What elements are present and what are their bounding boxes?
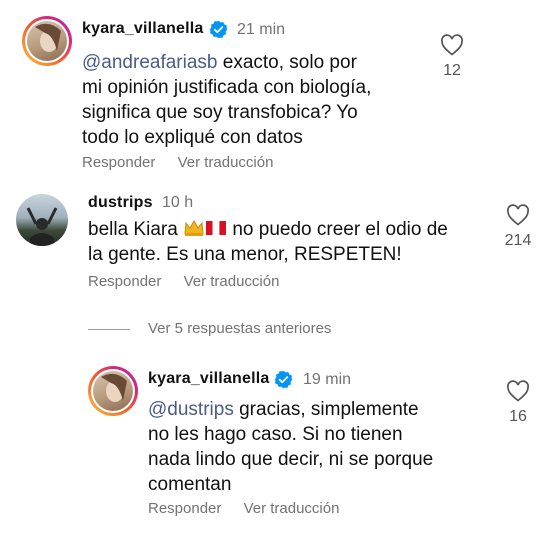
reply-button[interactable]: Responder	[88, 273, 161, 290]
heart-outline-icon[interactable]	[440, 34, 464, 56]
reply-button[interactable]: Responder	[82, 154, 155, 171]
timestamp: 10 h	[162, 194, 194, 211]
comment-2: dustrips 10 h bella Kiara no puedo creer…	[0, 180, 550, 310]
crown-emoji	[184, 219, 204, 236]
comment-actions: Responder Ver traducción	[148, 500, 357, 517]
timestamp: 19 min	[303, 371, 352, 388]
like-count: 214	[504, 232, 532, 249]
comment-1: kyara_villanella 21 min @andreafariasb e…	[0, 0, 550, 180]
comment-text: @dustrips gracias, simplemente no les ha…	[148, 399, 434, 495]
username[interactable]: kyara_villanella	[148, 370, 270, 388]
peru-flag-emoji	[206, 221, 227, 235]
username[interactable]: dustrips	[88, 194, 153, 212]
mention-link[interactable]: @andreafariasb	[82, 52, 217, 73]
comment-text: @andreafariasb exacto, solo por mi opini…	[82, 52, 372, 148]
like-count: 16	[509, 408, 527, 425]
translate-button[interactable]: Ver traducción	[244, 500, 340, 517]
verified-badge-icon	[209, 20, 228, 39]
translate-button[interactable]: Ver traducción	[184, 273, 280, 290]
comment-text: bella Kiara no puedo creer el odio de la…	[88, 219, 448, 265]
replies-divider	[88, 329, 130, 330]
mention-link[interactable]: @dustrips	[148, 399, 234, 420]
heart-outline-icon[interactable]	[506, 204, 530, 226]
verified-badge-icon	[274, 370, 293, 389]
reply-button[interactable]: Responder	[148, 500, 221, 517]
like-count: 12	[443, 62, 461, 79]
comment-actions: Responder Ver traducción	[82, 154, 291, 171]
translate-button[interactable]: Ver traducción	[178, 154, 274, 171]
username[interactable]: kyara_villanella	[82, 20, 204, 38]
avatar[interactable]	[16, 194, 68, 246]
avatar[interactable]	[22, 16, 72, 66]
timestamp: 21 min	[237, 21, 286, 38]
view-more-replies-button[interactable]: Ver 5 respuestas anteriores	[148, 320, 331, 337]
comment-3: kyara_villanella 19 min @dustrips gracia…	[0, 360, 550, 540]
avatar[interactable]	[88, 366, 138, 416]
comment-actions: Responder Ver traducción	[88, 273, 297, 290]
heart-outline-icon[interactable]	[506, 380, 530, 402]
